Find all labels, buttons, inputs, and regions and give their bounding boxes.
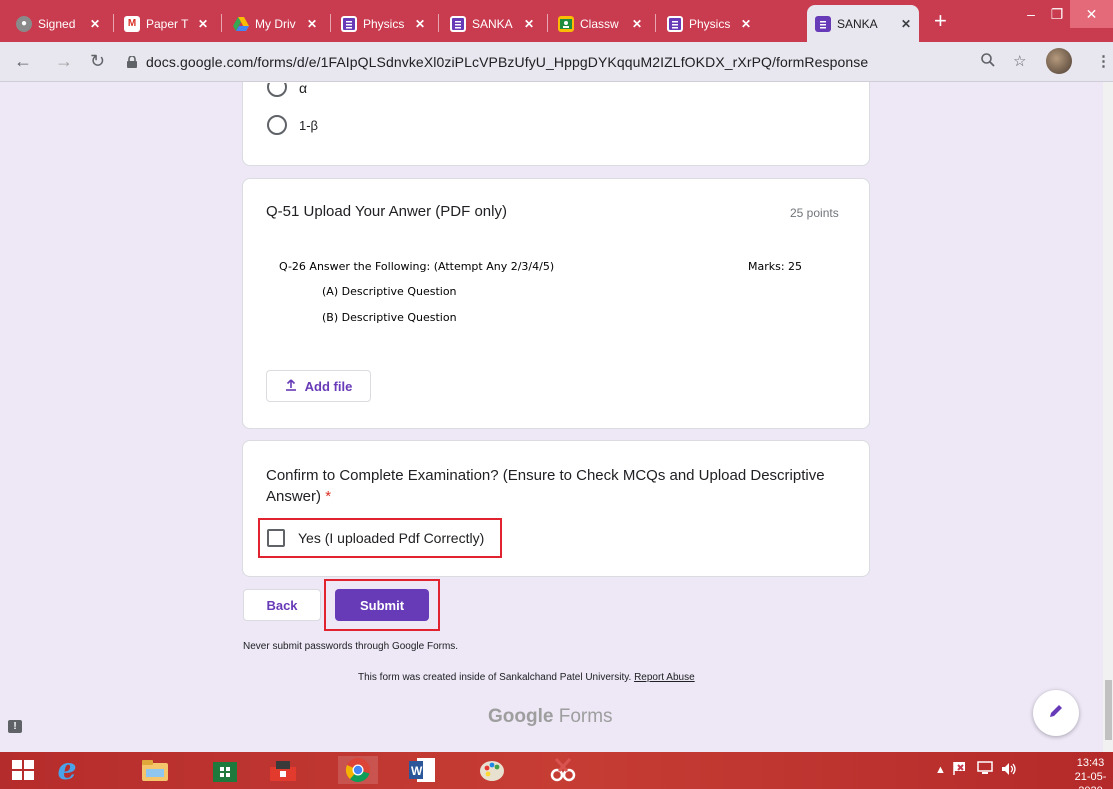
question-body-heading: Q-26 Answer the Following: (Attempt Any … bbox=[279, 260, 555, 273]
media-app-icon[interactable] bbox=[268, 756, 298, 784]
tab-close-icon[interactable]: ✕ bbox=[901, 17, 911, 31]
question-points: 25 points bbox=[790, 206, 839, 220]
forms-icon bbox=[815, 15, 831, 32]
tab-physics-2[interactable]: Physics ✕ bbox=[659, 5, 759, 42]
tab-sanka-active[interactable]: SANKA ✕ bbox=[807, 5, 919, 42]
tab-separator bbox=[438, 14, 439, 32]
tab-separator bbox=[221, 14, 222, 32]
forward-arrow-icon[interactable]: → bbox=[55, 51, 73, 72]
zoom-icon[interactable] bbox=[981, 53, 995, 71]
url-text: docs.google.com/forms/d/e/1FAIpQLSdnvkeX… bbox=[146, 54, 869, 70]
tab-sanka-1[interactable]: SANKA ✕ bbox=[442, 5, 542, 42]
tab-classwork[interactable]: Classw ✕ bbox=[550, 5, 650, 42]
required-asterisk: * bbox=[325, 488, 332, 505]
menu-kebab-icon[interactable]: ⋮ bbox=[1096, 52, 1111, 70]
tab-close-icon[interactable]: ✕ bbox=[198, 17, 208, 31]
upload-icon bbox=[285, 378, 297, 394]
question-body-item: (A) Descriptive Question bbox=[322, 285, 457, 298]
window-close-icon[interactable]: ✕ bbox=[1070, 0, 1113, 28]
google-forms-logo[interactable]: Google Forms bbox=[488, 706, 613, 728]
tab-close-icon[interactable]: ✕ bbox=[415, 17, 425, 31]
confirm-checkbox[interactable] bbox=[267, 529, 285, 547]
lock-icon bbox=[124, 54, 140, 70]
form-origin-note: This form was created inside of Sankalch… bbox=[358, 672, 695, 683]
windows-start-icon[interactable] bbox=[8, 756, 38, 784]
back-button[interactable]: Back bbox=[243, 589, 321, 621]
word-icon[interactable]: W bbox=[407, 756, 437, 784]
submit-button[interactable]: Submit bbox=[335, 589, 429, 621]
classroom-icon bbox=[558, 15, 574, 32]
bookmark-star-icon[interactable]: ☆ bbox=[1013, 52, 1026, 70]
avatar[interactable] bbox=[1046, 48, 1072, 74]
reload-icon[interactable]: ↻ bbox=[90, 51, 105, 72]
edit-pencil-button[interactable] bbox=[1033, 690, 1079, 736]
confirm-checkbox-label[interactable]: Yes (I uploaded Pdf Correctly) bbox=[298, 530, 484, 546]
internet-explorer-icon[interactable]: e bbox=[52, 755, 82, 785]
question-title: Q-51 Upload Your Anwer (PDF only) bbox=[266, 203, 507, 220]
tab-separator bbox=[547, 14, 548, 32]
address-bar[interactable]: docs.google.com/forms/d/e/1FAIpQLSdnvkeX… bbox=[124, 48, 1030, 76]
tab-separator bbox=[113, 14, 114, 32]
tab-close-icon[interactable]: ✕ bbox=[90, 17, 100, 31]
network-icon[interactable] bbox=[977, 761, 993, 778]
tab-close-icon[interactable]: ✕ bbox=[307, 17, 317, 31]
tab-close-icon[interactable]: ✕ bbox=[741, 17, 751, 31]
store-icon[interactable] bbox=[210, 756, 240, 784]
radio-button[interactable] bbox=[267, 83, 287, 97]
restore-icon[interactable]: ❐ bbox=[1044, 0, 1070, 28]
page-scrollbar-thumb[interactable] bbox=[1105, 680, 1112, 740]
tab-signed[interactable]: ● Signed ✕ bbox=[8, 5, 108, 42]
pencil-icon bbox=[1048, 703, 1064, 724]
tab-separator bbox=[655, 14, 656, 32]
svg-text:W: W bbox=[411, 764, 423, 778]
forms-icon bbox=[341, 15, 357, 32]
tab-physics-1[interactable]: Physics ✕ bbox=[333, 5, 433, 42]
new-tab-icon[interactable]: + bbox=[934, 10, 947, 32]
tab-my-drive[interactable]: My Driv ✕ bbox=[225, 5, 325, 42]
paint-icon[interactable] bbox=[478, 756, 508, 784]
tab-separator bbox=[330, 14, 331, 32]
tray-expand-icon[interactable]: ▲ bbox=[935, 764, 946, 776]
question-body-item: (B) Descriptive Question bbox=[322, 311, 457, 324]
chrome-icon[interactable] bbox=[338, 756, 378, 784]
feedback-icon[interactable]: ! bbox=[8, 720, 22, 733]
taskbar-clock[interactable]: 13:43 21-05-2020 bbox=[1068, 756, 1113, 789]
drive-icon bbox=[233, 16, 249, 32]
back-arrow-icon[interactable]: ← bbox=[14, 51, 32, 72]
password-warning: Never submit passwords through Google Fo… bbox=[243, 641, 459, 652]
question-body-marks: Marks: 25 bbox=[748, 260, 803, 273]
option-alpha[interactable]: α bbox=[267, 83, 307, 99]
volume-icon[interactable] bbox=[1001, 762, 1017, 779]
gmail-icon: M bbox=[124, 15, 140, 32]
option-one-minus-beta[interactable]: 1-β bbox=[267, 115, 318, 135]
minimize-icon[interactable]: – bbox=[1018, 0, 1044, 28]
tab-paper[interactable]: M Paper T ✕ bbox=[116, 5, 216, 42]
globe-icon: ● bbox=[16, 15, 32, 32]
snipping-tool-icon[interactable] bbox=[548, 756, 578, 784]
report-abuse-link[interactable]: Report Abuse bbox=[634, 672, 695, 683]
file-explorer-icon[interactable] bbox=[140, 756, 170, 784]
previous-question-card bbox=[242, 70, 870, 166]
tab-close-icon[interactable]: ✕ bbox=[632, 17, 642, 31]
tab-close-icon[interactable]: ✕ bbox=[524, 17, 534, 31]
action-center-flag-icon[interactable] bbox=[952, 760, 968, 779]
forms-icon bbox=[450, 15, 466, 32]
confirm-question-text: Confirm to Complete Examination? (Ensure… bbox=[266, 467, 825, 505]
page-scrollbar[interactable] bbox=[1103, 82, 1113, 752]
add-file-button[interactable]: Add file bbox=[266, 370, 371, 402]
radio-button[interactable] bbox=[267, 115, 287, 135]
forms-icon bbox=[667, 15, 683, 32]
